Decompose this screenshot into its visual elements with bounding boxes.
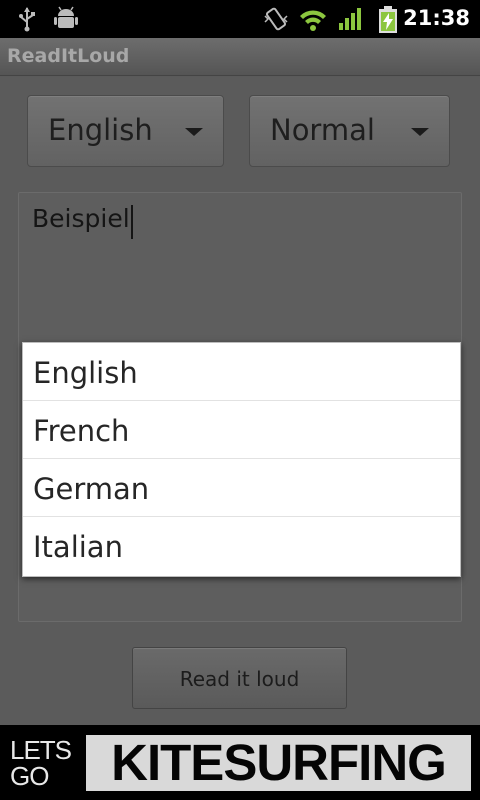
speed-spinner[interactable]: Normal [249,95,450,167]
app-title: ReadItLoud [7,45,130,67]
android-debug-icon [54,6,78,36]
ad-banner[interactable]: LETS GO KITESURFING [0,725,480,800]
dropdown-option-german[interactable]: German [23,459,460,517]
dropdown-option-italian[interactable]: Italian [23,517,460,575]
ad-brand: KITESURFING [111,734,447,791]
language-dropdown: English French German Italian [22,342,461,577]
speed-spinner-value: Normal [270,113,375,147]
vibrate-icon [262,6,290,36]
status-bar: 21:38 [0,0,480,38]
dropdown-option-label: Italian [33,530,123,564]
language-spinner[interactable]: English [27,95,224,167]
wifi-icon [298,6,328,36]
chevron-down-icon [185,128,203,136]
app-title-bar: ReadItLoud [0,38,480,76]
usb-icon [16,6,38,36]
ad-tagline: LETS GO [10,735,72,791]
text-cursor [131,205,133,239]
ad-tagline-line1: LETS [10,735,72,765]
battery-charging-icon [378,6,398,38]
read-aloud-button[interactable]: Read it loud [132,647,347,709]
status-time: 21:38 [403,6,470,30]
dropdown-option-english[interactable]: English [23,343,460,401]
dropdown-option-label: German [33,472,150,506]
signal-icon [338,6,364,36]
language-spinner-value: English [48,113,153,147]
chevron-down-icon [411,128,429,136]
text-input-value: Beispiel [32,204,130,233]
ad-brand-box: KITESURFING [86,735,471,791]
read-aloud-button-label: Read it loud [179,667,300,691]
dropdown-option-label: English [33,356,138,390]
dropdown-option-label: French [33,414,130,448]
ad-tagline-line2: GO [10,761,49,791]
dropdown-option-french[interactable]: French [23,401,460,459]
